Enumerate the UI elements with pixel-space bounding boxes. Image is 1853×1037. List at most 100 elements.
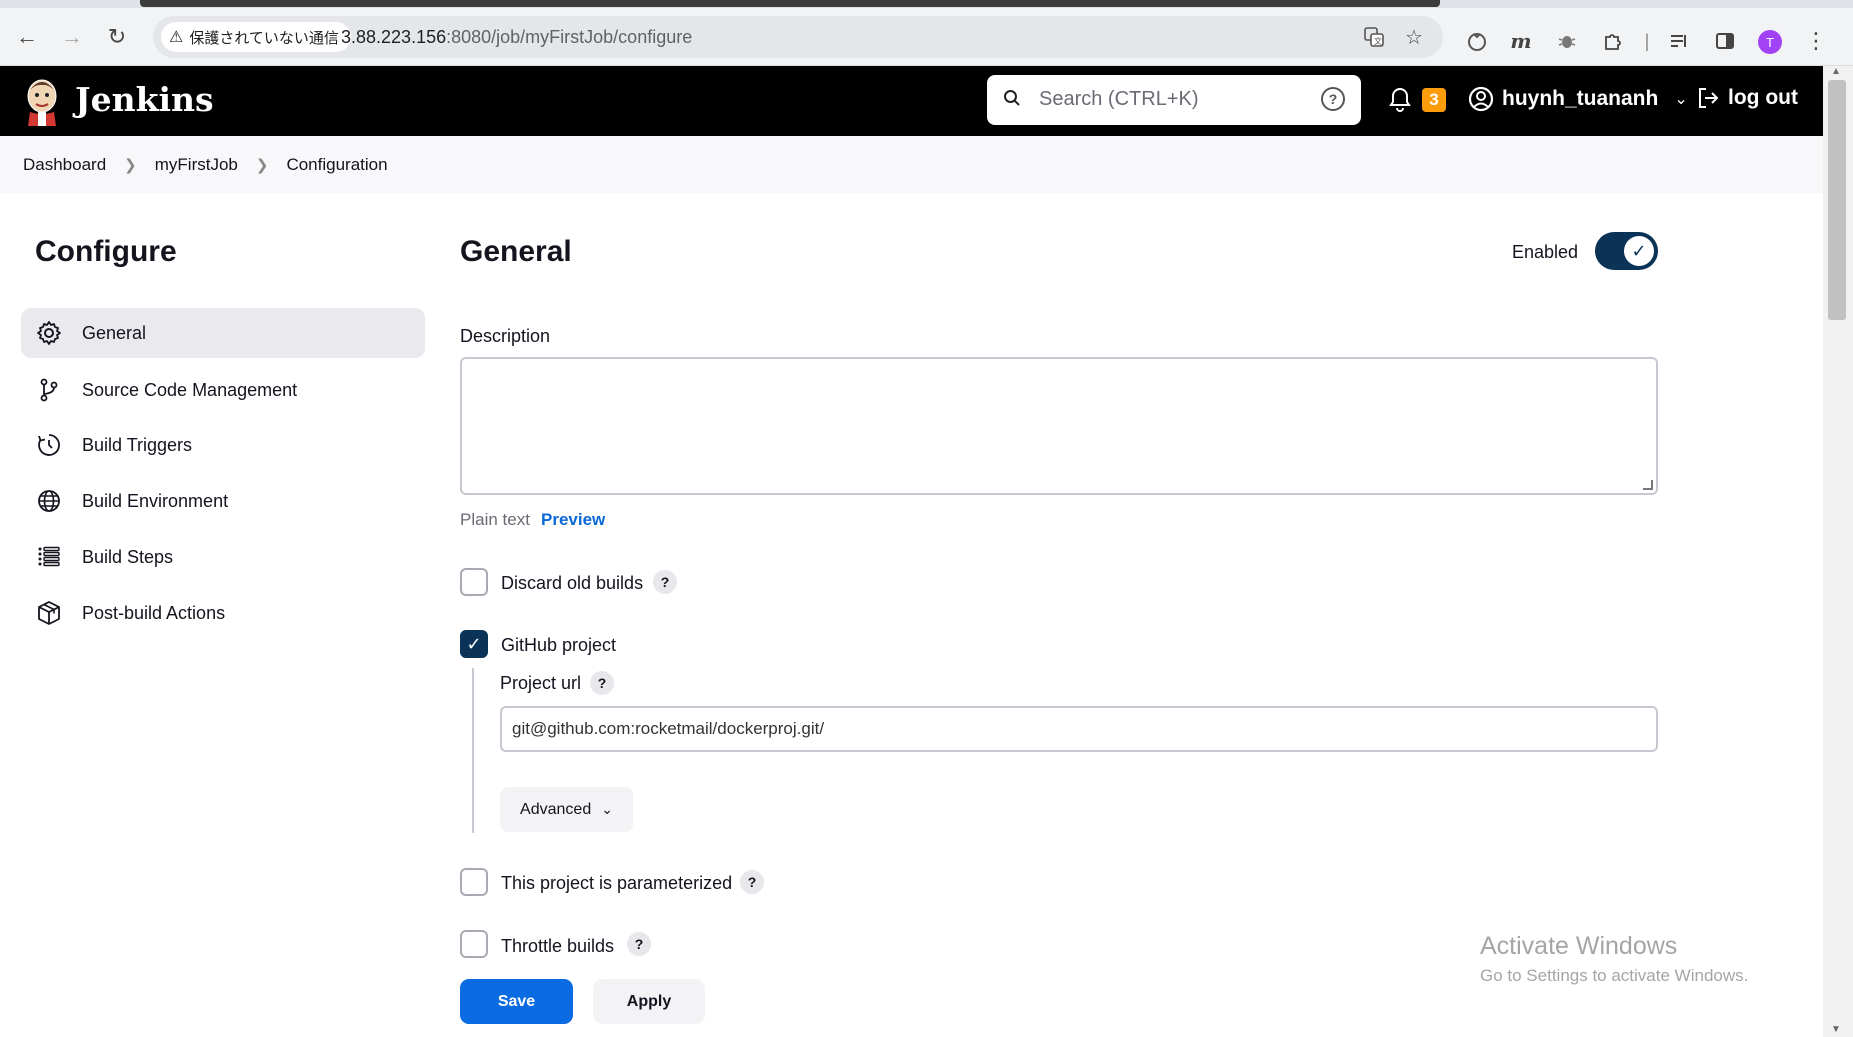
enabled-toggle[interactable]: ✓ <box>1595 232 1658 270</box>
jenkins-logo-icon[interactable] <box>22 76 62 126</box>
project-url-label: Project url <box>500 673 582 693</box>
sidebar-item-label: Build Triggers <box>82 434 193 455</box>
github-project-checkbox[interactable]: ✓ <box>460 630 488 658</box>
project-url-input[interactable]: git@github.com:rocketmail/dockerproj.git… <box>500 706 1658 752</box>
chevron-down-icon: ⌄ <box>601 801 613 817</box>
parameterized-checkbox[interactable] <box>460 868 488 896</box>
sidebar-title: Configure <box>35 235 177 268</box>
side-panel-icon[interactable] <box>1712 28 1738 54</box>
chevron-down-icon[interactable]: ⌄ <box>1674 89 1687 109</box>
bookmark-star-icon[interactable]: ☆ <box>1401 24 1427 50</box>
extensions-puzzle-icon[interactable] <box>1600 28 1626 54</box>
address-bar[interactable]: ⚠ 保護されていない通信 3.88.223.156:8080/job/myFir… <box>153 16 1443 58</box>
extension-m-icon[interactable]: m <box>1508 28 1534 54</box>
preview-link[interactable]: Preview <box>541 510 605 530</box>
description-textarea[interactable] <box>460 357 1658 495</box>
back-arrow-icon[interactable]: ← <box>12 22 42 52</box>
warning-icon: ⚠ <box>169 29 184 46</box>
url-path: :8080/job/myFirstJob/configure <box>446 27 693 47</box>
browser-toolbar: ← → ↻ ⚠ 保護されていない通信 3.88.223.156:8080/job… <box>0 8 1853 66</box>
sidebar-item-post-build-actions[interactable]: Post-build Actions <box>21 588 425 638</box>
logout-icon <box>1699 88 1719 108</box>
sidebar-item-source-code-management[interactable]: Source Code Management <box>21 365 425 415</box>
sidebar-item-label: Build Environment <box>82 490 229 511</box>
nested-section-divider <box>472 668 474 833</box>
profile-avatar[interactable]: T <box>1758 30 1782 54</box>
discard-old-builds-checkbox[interactable] <box>460 568 488 596</box>
translate-icon[interactable]: 文 <box>1361 24 1387 50</box>
help-icon[interactable]: ? <box>653 570 677 594</box>
security-chip[interactable]: ⚠ 保護されていない通信 <box>161 22 351 52</box>
branch-icon <box>35 376 63 404</box>
url-host: 3.88.223.156 <box>341 27 447 47</box>
chevron-right-icon: ❯ <box>255 156 269 174</box>
breadcrumb: Dashboard ❯ myFirstJob ❯ Configuration <box>0 136 1823 193</box>
sidebar-item-label: Source Code Management <box>82 379 298 400</box>
breadcrumb-dashboard[interactable]: Dashboard <box>23 155 106 175</box>
breadcrumb-configuration[interactable]: Configuration <box>286 155 387 175</box>
windows-activation-watermark-subtitle: Go to Settings to activate Windows. <box>1480 966 1749 985</box>
clock-icon <box>35 431 63 459</box>
page-scrollbar[interactable]: ▲ ▼ <box>1823 66 1853 1037</box>
sidebar-item-build-environment[interactable]: Build Environment <box>21 476 425 526</box>
user-menu[interactable]: huynh_tuananh ⌄ <box>1468 86 1688 112</box>
sidebar-item-build-steps[interactable]: Build Steps <box>21 532 425 582</box>
media-queue-icon[interactable] <box>1666 28 1692 54</box>
enabled-label: Enabled <box>1512 242 1579 262</box>
chevron-right-icon: ❯ <box>124 156 137 174</box>
scroll-down-icon[interactable]: ▼ <box>1831 1024 1841 1035</box>
forward-arrow-icon[interactable]: → <box>57 22 87 52</box>
apply-button[interactable]: Apply <box>593 979 705 1024</box>
gear-icon <box>35 319 63 347</box>
resize-handle-icon[interactable] <box>1643 480 1653 490</box>
browser-tab-strip <box>0 0 1853 8</box>
notification-bell-icon[interactable] <box>1388 86 1412 119</box>
scroll-up-icon[interactable]: ▲ <box>1831 66 1841 77</box>
url-text[interactable]: 3.88.223.156:8080/job/myFirstJob/configu… <box>341 27 692 48</box>
github-project-label[interactable]: GitHub project <box>501 635 616 656</box>
search-input[interactable]: Search (CTRL+K) ? <box>987 75 1361 125</box>
windows-activation-watermark-title: Activate Windows <box>1480 932 1678 960</box>
throttle-builds-label[interactable]: Throttle builds <box>501 936 614 957</box>
search-placeholder: Search (CTRL+K) <box>1039 88 1199 110</box>
sidebar-item-label: Build Steps <box>82 546 174 567</box>
reload-icon[interactable]: ↻ <box>102 22 132 52</box>
package-icon <box>35 599 63 627</box>
plain-text-label: Plain text <box>460 510 530 529</box>
breadcrumb-job[interactable]: myFirstJob <box>155 155 238 175</box>
list-icon <box>35 543 63 571</box>
sidebar-item-build-triggers[interactable]: Build Triggers <box>21 420 425 470</box>
help-icon[interactable]: ? <box>740 870 764 894</box>
help-icon[interactable]: ? <box>627 932 651 956</box>
jenkins-header: Jenkins Search (CTRL+K) ? 3 huynh_tuanan… <box>0 66 1823 136</box>
scrollbar-thumb[interactable] <box>1828 80 1846 320</box>
notification-count-badge[interactable]: 3 <box>1422 88 1446 112</box>
toolbar-divider: | <box>1644 30 1650 51</box>
user-avatar-icon <box>1468 86 1494 112</box>
sidebar-item-general[interactable]: General <box>21 308 425 358</box>
username: huynh_tuananh <box>1502 87 1659 110</box>
save-button[interactable]: Save <box>460 979 573 1024</box>
sidebar-item-label: General <box>82 322 147 343</box>
app-title[interactable]: Jenkins <box>75 80 214 119</box>
advanced-button[interactable]: Advanced ⌄ <box>500 787 633 832</box>
svg-text:文: 文 <box>1374 36 1382 46</box>
browser-tab[interactable] <box>140 0 1440 7</box>
throttle-builds-checkbox[interactable] <box>460 930 488 958</box>
advanced-label: Advanced <box>520 800 592 818</box>
search-help-icon[interactable]: ? <box>1321 87 1345 111</box>
globe-icon <box>35 487 63 515</box>
description-label: Description <box>460 326 551 346</box>
parameterized-label[interactable]: This project is parameterized <box>501 873 732 894</box>
logout-link[interactable]: log out <box>1696 86 1798 110</box>
extension-tomato-icon[interactable] <box>1464 28 1490 54</box>
project-url-value: git@github.com:rocketmail/dockerproj.git… <box>512 719 825 738</box>
security-label: 保護されていない通信 <box>189 29 339 47</box>
logout-label: log out <box>1728 86 1798 109</box>
discard-old-builds-label[interactable]: Discard old builds <box>501 573 643 594</box>
browser-menu-icon[interactable]: ⋮ <box>1803 28 1829 54</box>
search-icon <box>1003 89 1021 113</box>
help-icon[interactable]: ? <box>590 671 614 695</box>
extension-bug-icon[interactable] <box>1554 28 1580 54</box>
section-title: General <box>460 235 572 268</box>
